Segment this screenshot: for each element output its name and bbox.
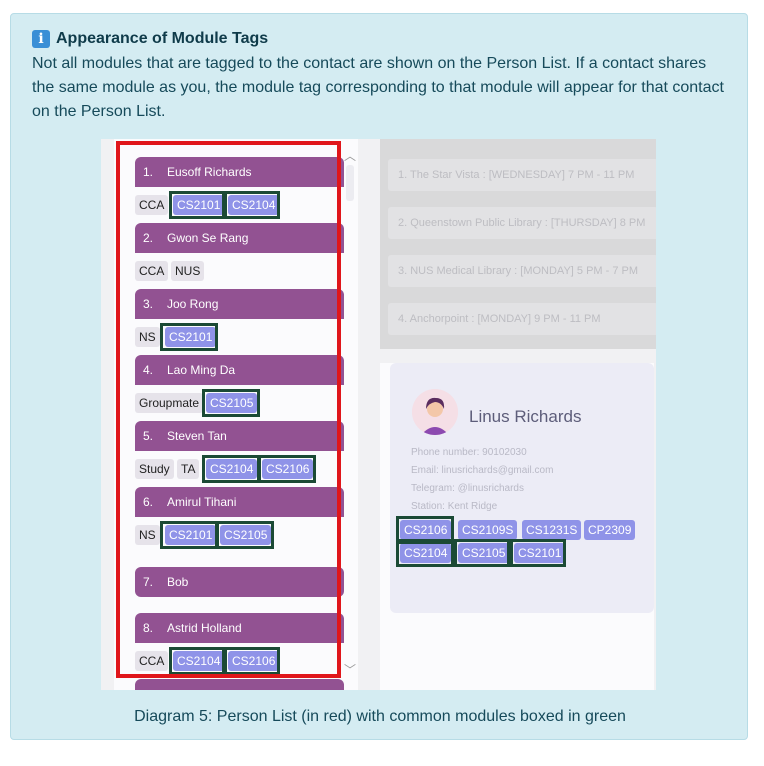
tag: CCA	[135, 195, 169, 215]
person-card[interactable]: 6. Amirul Tihani NS CS2101 CS2105	[135, 487, 344, 549]
person-header: 1. Eusoff Richards	[135, 157, 344, 187]
information-icon: i	[32, 30, 50, 48]
callout-body: Not all modules that are tagged to the c…	[32, 55, 724, 120]
module-tag: CS2104	[228, 195, 280, 215]
module-tag: CS2101	[165, 525, 217, 545]
person-index: 4.	[143, 363, 154, 377]
contact-station: Station: Kent Ridge	[411, 501, 498, 512]
person-header: 8. Astrid Holland	[135, 613, 344, 643]
tag-row: CCA CS2101 CS2104	[135, 187, 344, 219]
tag: CCA	[135, 651, 169, 671]
contact-name: Linus Richards	[469, 407, 582, 426]
schedule-item[interactable]: 1. The Star Vista : [WEDNESDAY] 7 PM - 1…	[388, 159, 656, 191]
module-tag: CS1231S	[522, 520, 582, 540]
tag: Groupmate	[135, 393, 204, 413]
tag: NS	[135, 327, 160, 347]
tag-row: NS CS2101 CS2105	[135, 517, 344, 549]
scroll-down-icon[interactable]: ﹀	[344, 661, 356, 678]
person-card[interactable]: 2. Gwon Se Rang CCA NUS	[135, 223, 344, 285]
avatar	[412, 389, 458, 435]
module-tag: CS2104	[173, 651, 225, 671]
callout-title: Appearance of Module Tags	[56, 30, 269, 47]
tag-row: CCA CS2104 CS2106	[135, 643, 344, 675]
person-index: 6.	[143, 495, 154, 509]
person-card[interactable]: 5. Steven Tan Study TA CS2104 CS2106	[135, 421, 344, 483]
module-tag: CS2106	[400, 520, 452, 540]
tag: CCA	[135, 261, 169, 281]
module-tag: CS2104	[400, 543, 452, 563]
person-header: 4. Lao Ming Da	[135, 355, 344, 385]
tag-row: Groupmate CS2105	[135, 385, 344, 417]
person-header: 5. Steven Tan	[135, 421, 344, 451]
person-index: 1.	[143, 165, 154, 179]
contact-card: Linus Richards Phone number: 90102030 Em…	[390, 363, 654, 613]
tag: NS	[135, 525, 160, 545]
contact-detail-panel: Linus Richards Phone number: 90102030 Em…	[380, 363, 654, 690]
person-index: 2.	[143, 231, 154, 245]
person-name: Bob	[167, 575, 189, 589]
tag-row: NS CS2101	[135, 319, 344, 351]
schedule-item[interactable]: 4. Anchorpoint : [MONDAY] 9 PM - 11 PM	[388, 303, 656, 335]
person-name: Lao Ming Da	[167, 363, 236, 377]
scroll-up-icon[interactable]: ︿	[344, 147, 356, 164]
module-tag: CS2106	[262, 459, 314, 479]
tag: NUS	[171, 261, 205, 281]
person-header	[135, 679, 344, 690]
person-index: 7.	[143, 575, 154, 589]
module-tag: CS2106	[228, 651, 280, 671]
person-card[interactable]: 8. Astrid Holland CCA CS2104 CS2106	[135, 613, 344, 675]
contact-phone: Phone number: 90102030	[411, 447, 527, 458]
person-index: 5.	[143, 429, 154, 443]
schedule-list-panel: 1. The Star Vista : [WEDNESDAY] 7 PM - 1…	[380, 139, 656, 349]
person-header: 7. Bob	[135, 567, 344, 597]
tag: Study	[135, 459, 174, 479]
contact-email: Email: linusrichards@gmail.com	[411, 465, 554, 476]
schedule-item[interactable]: 2. Queenstown Public Library : [THURSDAY…	[388, 207, 656, 239]
person-name: Steven Tan	[167, 429, 227, 443]
module-tag: CS2101	[173, 195, 225, 215]
person-index: 8.	[143, 621, 154, 635]
schedule-item[interactable]: 3. NUS Medical Library : [MONDAY] 5 PM -…	[388, 255, 656, 287]
tag-row: CCA NUS	[135, 253, 344, 285]
person-name: Amirul Tihani	[167, 495, 237, 509]
module-tag: CS2105	[220, 525, 272, 545]
person-name: Gwon Se Rang	[167, 231, 249, 245]
info-callout: i Appearance of Module Tags Not all modu…	[10, 13, 748, 740]
person-card[interactable]: 4. Lao Ming Da Groupmate CS2105	[135, 355, 344, 417]
person-name: Joo Rong	[167, 297, 219, 311]
diagram-screenshot: ︿ ﹀ 1. Eusoff Richards CCA CS2101 CS2104…	[101, 139, 656, 690]
person-card[interactable]: 7. Bob	[135, 567, 344, 597]
module-tag: CS2101	[514, 543, 566, 563]
person-header: 2. Gwon Se Rang	[135, 223, 344, 253]
person-header: 6. Amirul Tihani	[135, 487, 344, 517]
person-index: 3.	[143, 297, 154, 311]
module-tag: CS2105	[458, 543, 510, 563]
person-name: Eusoff Richards	[167, 165, 252, 179]
module-tag: CS2101	[165, 327, 217, 347]
module-tag: CP2309	[584, 520, 636, 540]
contact-telegram: Telegram: @linusrichards	[411, 483, 524, 494]
scrollbar[interactable]	[346, 165, 354, 201]
callout-header: i Appearance of Module Tags	[32, 30, 268, 48]
person-card[interactable]	[135, 679, 344, 690]
figure-caption: Diagram 5: Person List (in red) with com…	[134, 708, 626, 725]
tag: TA	[177, 459, 200, 479]
person-header: 3. Joo Rong	[135, 289, 344, 319]
module-tag: CS2109S	[458, 520, 518, 540]
module-tag: CS2105	[206, 393, 258, 413]
person-card[interactable]: 3. Joo Rong NS CS2101	[135, 289, 344, 351]
module-tag: CS2104	[206, 459, 258, 479]
person-card[interactable]: 1. Eusoff Richards CCA CS2101 CS2104	[135, 157, 344, 219]
tag-row: Study TA CS2104 CS2106	[135, 451, 344, 483]
person-name: Astrid Holland	[167, 621, 242, 635]
